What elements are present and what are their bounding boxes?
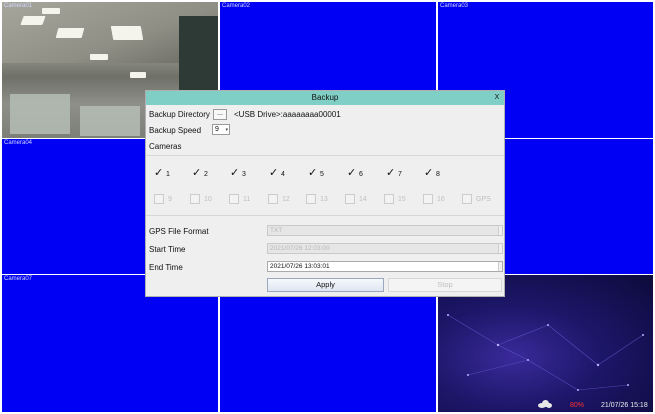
camera-label: Camera03 [440,3,469,9]
status-percentage: 80% [570,402,585,409]
checkmark-icon: ✓ [192,167,202,179]
camera-checkbox-gps[interactable]: GPS [462,194,498,206]
camera-label: Camera02 [222,3,251,9]
camera-checkbox-16[interactable]: 16 [423,194,457,206]
camera-checkbox-14[interactable]: 14 [345,194,379,206]
divider [146,155,504,156]
camera-checkbox-13[interactable]: 13 [306,194,340,206]
dialog-titlebar[interactable]: Backup X [146,91,504,105]
camera-checkbox-7[interactable]: ✓ 7 [386,167,416,181]
divider [146,215,504,216]
backup-dialog: Backup X Backup Directory ... <USB Drive… [145,90,505,297]
end-time-label: End Time [149,263,183,272]
checkmark-icon: ✓ [269,167,279,179]
camera-checkbox-9[interactable]: 9 [154,194,188,206]
checkmark-icon: ✓ [230,167,240,179]
camera-label: Camera01 [4,3,33,9]
camera-checkbox-12[interactable]: 12 [268,194,302,206]
apply-button[interactable]: Apply [267,278,384,292]
stop-button[interactable]: Stop [388,278,502,292]
camera-checkbox-6[interactable]: ✓ 6 [347,167,377,181]
backup-directory-value: <USB Drive>:aaaaaaaa00001 [234,110,341,119]
gps-file-format-label: GPS File Format [149,227,209,236]
backup-speed-label: Backup Speed [149,126,202,135]
camera-checkbox-2[interactable]: ✓ 2 [192,167,222,181]
camera-label: Camera07 [4,276,33,282]
checkmark-icon: ✓ [347,167,357,179]
end-time-field[interactable]: 2021/07/26 13:03:01 [267,261,503,272]
backup-speed-select[interactable]: 9 ▾ [212,124,230,135]
checkmark-icon: ✓ [154,167,164,179]
camera-checkbox-4[interactable]: ✓ 4 [269,167,299,181]
camera-checkbox-1[interactable]: ✓ 1 [154,167,184,181]
camera-checkbox-3[interactable]: ✓ 3 [230,167,260,181]
status-datetime: 21/07/26 15:18 [601,402,648,409]
chevron-down-icon: ▾ [225,127,228,133]
camera-label: Camera04 [4,140,33,146]
close-icon[interactable]: X [490,91,504,105]
camera-checkbox-8[interactable]: ✓ 8 [424,167,454,181]
backup-speed-value: 9 [215,126,219,133]
checkmark-icon: ✓ [424,167,434,179]
checkmark-icon: ✓ [386,167,396,179]
cameras-label: Cameras [149,142,182,151]
camera-checkbox-15[interactable]: 15 [384,194,418,206]
checkmark-icon: ✓ [308,167,318,179]
dialog-title: Backup [311,93,339,102]
gps-file-format-select[interactable]: TXT [267,225,503,236]
camera-checkbox-10[interactable]: 10 [190,194,224,206]
camera-checkbox-11[interactable]: 11 [229,194,263,206]
camera-checkbox-5[interactable]: ✓ 5 [308,167,338,181]
backup-directory-label: Backup Directory [149,110,210,119]
cloud-icon [538,400,552,408]
browse-directory-button[interactable]: ... [213,109,227,120]
start-time-label: Start Time [149,245,186,254]
start-time-field[interactable]: 2021/07/26 12:03:00 [267,243,503,254]
